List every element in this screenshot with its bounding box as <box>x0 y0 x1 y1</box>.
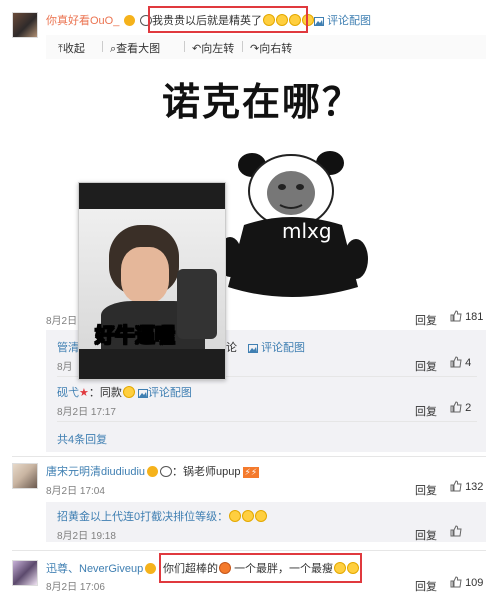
divider <box>57 421 477 422</box>
emoji-icon <box>229 510 242 522</box>
rotate-right-icon: ↷ <box>250 43 260 55</box>
like-count: 181 <box>465 311 484 323</box>
image-icon <box>137 389 148 398</box>
comment-username[interactable]: 迅尊、NeverGiveup <box>46 563 143 575</box>
reply-button[interactable]: 回复 <box>415 527 437 543</box>
like-button[interactable]: 4 <box>450 356 471 369</box>
comment-header: 你真好看OuO_ <box>46 12 153 28</box>
reply-image-link[interactable]: 评论配图 <box>248 339 305 355</box>
rotate-left-button[interactable]: ↶向左转 <box>192 40 234 56</box>
view-large-button[interactable]: ⌕查看大图 <box>110 40 160 56</box>
image-toolbar: ⤒收起 ⌕查看大图 ↶向左转 ↷向右转 <box>46 35 486 60</box>
image-preview-popup: 好牛逼喔 <box>78 182 226 380</box>
star-icon: ★ <box>79 387 89 399</box>
reply-button[interactable]: 回复 <box>415 403 437 419</box>
divider <box>184 41 185 52</box>
emoji-icon <box>255 510 268 522</box>
like-button[interactable]: 109 <box>450 576 483 589</box>
emoji-icon <box>122 386 135 398</box>
avatar[interactable] <box>12 463 38 489</box>
highlight-box <box>148 6 308 33</box>
preview-caption: 好牛逼喔 <box>95 323 176 348</box>
comment-date: 8月2日 17:06 <box>46 582 105 593</box>
reply-button[interactable]: 回复 <box>415 578 437 594</box>
chair-shape <box>177 269 217 339</box>
thumbs-up-icon <box>450 480 462 492</box>
avatar[interactable] <box>12 12 38 38</box>
panda-label: mlxg <box>282 219 332 243</box>
avatar[interactable] <box>12 560 38 586</box>
reply-button[interactable]: 回复 <box>415 482 437 498</box>
more-replies-link[interactable]: 共4条回复 <box>57 431 107 447</box>
reply-date: 8月2日 19:18 <box>57 531 116 542</box>
thumbs-up-icon <box>450 525 462 537</box>
thumbs-up-icon <box>450 401 462 413</box>
comment-username[interactable]: 你真好看OuO_ <box>46 15 119 27</box>
image-icon <box>314 17 324 26</box>
divider <box>242 41 243 52</box>
rotate-right-button[interactable]: ↷向右转 <box>250 40 292 56</box>
highlight-box <box>159 553 362 583</box>
reply-date: 8月2日 17:17 <box>57 407 116 418</box>
vip-badge-icon <box>145 563 157 574</box>
vip-badge-icon <box>124 15 136 26</box>
reply-date: 8月 <box>57 362 73 373</box>
comment-date: 8月2日 17:04 <box>46 486 105 497</box>
divider <box>102 41 103 52</box>
rotate-left-icon: ↶ <box>192 43 202 55</box>
divider <box>12 550 486 551</box>
like-button[interactable]: 181 <box>450 310 483 323</box>
reply-username[interactable]: 砚弋 <box>57 387 79 399</box>
thumbs-up-icon <box>450 356 462 368</box>
vip-badge-icon <box>147 466 159 477</box>
comment-image-link[interactable]: 评论配图 <box>314 12 371 28</box>
thumbs-up-icon <box>450 576 462 588</box>
like-button[interactable]: 132 <box>450 480 483 493</box>
image-icon <box>248 344 258 353</box>
panda-icon <box>160 466 173 477</box>
emoji-icon <box>242 510 255 522</box>
comment-text-content: ：锅老师upup <box>172 466 241 478</box>
comment-username[interactable]: 唐宋元明清diudiudiu <box>46 466 145 478</box>
like-button[interactable] <box>450 525 462 538</box>
comment-header: 唐宋元明清diudiudiu ：锅老师upup ⚡⚡ <box>46 463 260 479</box>
reply-username[interactable]: 管清 <box>57 339 79 355</box>
collapse-button[interactable]: ⤒收起 <box>58 40 85 56</box>
sticker-icon: ⚡⚡ <box>242 467 260 478</box>
meme-headline: 诺克在哪？ <box>162 80 363 124</box>
comment-date: 8月2日 <box>46 316 78 327</box>
reply-line: 砚弋★：同款 评论配图 <box>57 386 192 399</box>
reply-text: 招黄金以上代连0打截决排位等级： <box>57 508 268 524</box>
link-label[interactable]: 评论配图 <box>327 15 371 27</box>
reply-text: 论 <box>226 342 237 354</box>
like-button[interactable]: 2 <box>450 401 471 414</box>
thumbs-up-icon <box>450 310 462 322</box>
reply-image-link[interactable]: 评论配图 <box>137 387 192 399</box>
face-shape <box>121 247 169 303</box>
divider <box>12 456 486 457</box>
reply-button[interactable]: 回复 <box>415 358 437 374</box>
reply-button[interactable]: 回复 <box>415 312 437 328</box>
comment-header: 迅尊、NeverGiveup <box>46 560 157 576</box>
